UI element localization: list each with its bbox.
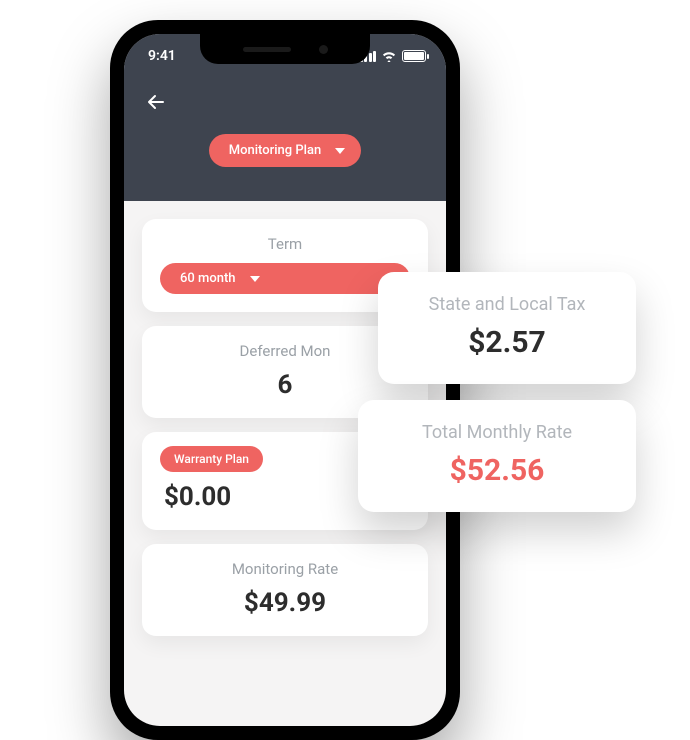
term-label: Term bbox=[160, 235, 410, 253]
monitoring-value: $49.99 bbox=[160, 588, 410, 618]
monitoring-plan-label: Monitoring Plan bbox=[229, 143, 321, 158]
warranty-plan-dropdown[interactable]: Warranty Plan bbox=[160, 446, 263, 472]
monitoring-plan-dropdown[interactable]: Monitoring Plan bbox=[209, 134, 361, 167]
status-time: 9:41 bbox=[148, 48, 176, 64]
wifi-icon bbox=[381, 50, 397, 62]
app-header: Monitoring Plan bbox=[124, 78, 446, 201]
monitoring-card: Monitoring Rate $49.99 bbox=[142, 544, 428, 636]
total-label: Total Monthly Rate bbox=[388, 422, 606, 443]
battery-icon bbox=[402, 50, 426, 62]
back-button[interactable] bbox=[142, 88, 170, 116]
term-value: 60 month bbox=[180, 271, 236, 286]
total-card: Total Monthly Rate $52.56 bbox=[358, 400, 636, 512]
deferred-label: Deferred Mon bbox=[160, 342, 410, 360]
tax-card: State and Local Tax $2.57 bbox=[378, 272, 636, 384]
tax-value: $2.57 bbox=[408, 325, 606, 360]
monitoring-label: Monitoring Rate bbox=[160, 560, 410, 578]
deferred-value: 6 bbox=[160, 370, 410, 400]
chevron-down-icon bbox=[250, 276, 260, 282]
total-value: $52.56 bbox=[388, 453, 606, 488]
status-right bbox=[360, 50, 427, 62]
chevron-down-icon bbox=[335, 148, 345, 154]
tax-label: State and Local Tax bbox=[408, 294, 606, 315]
phone-notch bbox=[200, 34, 370, 64]
term-dropdown[interactable]: 60 month bbox=[160, 263, 410, 294]
